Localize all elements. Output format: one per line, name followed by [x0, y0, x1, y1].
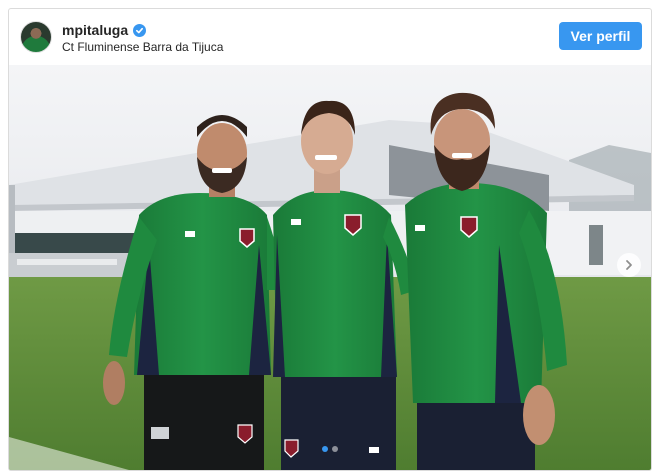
view-profile-button[interactable]: Ver perfil [559, 22, 642, 50]
carousel-indicator [322, 446, 338, 452]
username-row: mpitaluga [62, 22, 147, 38]
carousel-dot-1 [322, 446, 328, 452]
carousel-dot-2 [332, 446, 338, 452]
avatar[interactable] [20, 21, 52, 53]
verified-badge-icon [133, 23, 147, 37]
photo-illustration [9, 65, 651, 470]
post-location[interactable]: Ct Fluminense Barra da Tijuca [62, 40, 223, 54]
chevron-right-icon [626, 260, 632, 270]
instagram-embed: mpitaluga Ct Fluminense Barra da Tijuca … [8, 8, 652, 471]
post-photo[interactable] [9, 65, 651, 470]
post-header: mpitaluga Ct Fluminense Barra da Tijuca … [9, 9, 651, 65]
carousel-next-button[interactable] [617, 253, 641, 277]
username[interactable]: mpitaluga [62, 22, 128, 38]
